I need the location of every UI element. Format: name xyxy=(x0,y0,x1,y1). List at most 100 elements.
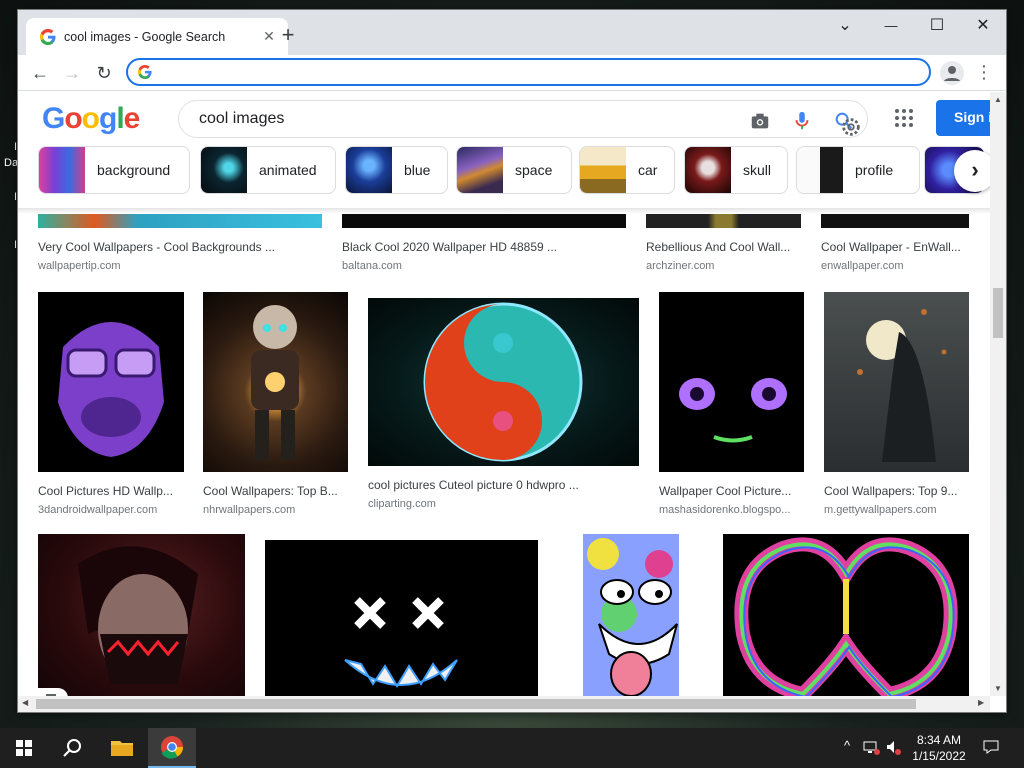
camera-search-icon[interactable] xyxy=(749,110,771,132)
chip-thumbnail xyxy=(201,147,247,193)
chip-thumbnail xyxy=(580,147,626,193)
chip-thumbnail xyxy=(797,147,843,193)
result-title[interactable]: Cool Wallpaper - EnWall... xyxy=(821,240,969,254)
result-source[interactable]: archziner.com xyxy=(646,260,801,272)
result-title[interactable]: Rebellious And Cool Wall... xyxy=(646,240,801,254)
desktop-label: I xyxy=(14,191,18,203)
tab-search-dropdown-icon[interactable]: ⌄ xyxy=(822,12,868,42)
microphone-icon[interactable] xyxy=(791,110,813,132)
minimize-button[interactable]: — xyxy=(868,12,914,42)
result-image[interactable] xyxy=(821,214,969,228)
result-image[interactable] xyxy=(38,534,245,696)
vertical-scrollbar[interactable]: ▲ ▼ xyxy=(990,92,1006,696)
volume-icon[interactable] xyxy=(884,738,902,756)
search-query[interactable]: cool images xyxy=(199,110,284,128)
result-source[interactable]: m.gettywallpapers.com xyxy=(824,504,969,516)
result-source[interactable]: 3dandroidwallpaper.com xyxy=(38,504,184,516)
result-image[interactable] xyxy=(38,292,184,472)
desktop-label: I xyxy=(14,141,18,153)
image-result[interactable]: Cool Wallpaper - EnWall... enwallpaper.c… xyxy=(821,214,969,272)
result-image[interactable] xyxy=(723,534,969,696)
result-image[interactable] xyxy=(646,214,801,228)
chip-skull[interactable]: skull xyxy=(684,146,788,194)
image-result[interactable] xyxy=(38,534,245,696)
vertical-scroll-thumb[interactable] xyxy=(993,288,1003,338)
system-clock[interactable]: 8:34 AM 1/15/2022 xyxy=(904,732,974,764)
tab-cool-images[interactable]: cool images - Google Search ✕ xyxy=(26,18,288,55)
image-result[interactable] xyxy=(723,534,969,696)
horizontal-scrollbar[interactable]: ◀ ▶ xyxy=(18,696,990,712)
maximize-button[interactable]: ☐ xyxy=(914,12,960,42)
chip-label: background xyxy=(97,162,171,178)
result-image[interactable] xyxy=(265,540,538,696)
logo-letter: o xyxy=(81,102,100,135)
image-result[interactable] xyxy=(265,540,538,696)
chip-background[interactable]: background xyxy=(38,146,190,194)
result-title[interactable]: Cool Wallpapers: Top B... xyxy=(203,484,348,498)
sign-in-button[interactable]: Sign in xyxy=(936,100,990,136)
result-title[interactable]: Very Cool Wallpapers - Cool Backgrounds … xyxy=(38,240,322,254)
chip-car[interactable]: car xyxy=(579,146,675,194)
image-result[interactable]: Cool Pictures HD Wallp... 3dandroidwallp… xyxy=(38,292,184,516)
image-result[interactable]: Wallpaper Cool Picture... mashasidorenko… xyxy=(659,292,804,516)
result-source[interactable]: mashasidorenko.blogspo... xyxy=(659,504,804,516)
result-image[interactable] xyxy=(342,214,626,228)
chips-next-arrow-icon[interactable]: › xyxy=(954,150,990,192)
new-tab-button[interactable]: + xyxy=(276,24,300,48)
taskbar-search-button[interactable] xyxy=(48,728,96,768)
search-box[interactable]: cool images xyxy=(178,100,868,138)
google-apps-icon[interactable] xyxy=(894,108,914,128)
image-result[interactable]: Very Cool Wallpapers - Cool Backgrounds … xyxy=(38,214,322,272)
image-overlay-icon[interactable] xyxy=(38,688,68,696)
image-result[interactable]: Rebellious And Cool Wall... archziner.co… xyxy=(646,214,801,272)
result-image[interactable] xyxy=(824,292,969,472)
google-logo[interactable]: Google xyxy=(42,102,140,136)
settings-gear-icon[interactable] xyxy=(840,116,862,138)
chip-animated[interactable]: animated xyxy=(200,146,336,194)
file-explorer-button[interactable] xyxy=(98,728,146,768)
scroll-up-arrow-icon[interactable]: ▲ xyxy=(994,95,1002,104)
chip-profile[interactable]: profile xyxy=(796,146,920,194)
chrome-menu-icon[interactable]: ⋮ xyxy=(974,59,994,87)
result-source[interactable]: wallpapertip.com xyxy=(38,260,322,272)
result-image[interactable] xyxy=(203,292,348,472)
result-image[interactable] xyxy=(559,534,704,696)
chip-space[interactable]: space xyxy=(456,146,572,194)
result-source[interactable]: baltana.com xyxy=(342,260,626,272)
result-source[interactable]: nhrwallpapers.com xyxy=(203,504,348,516)
scroll-left-arrow-icon[interactable]: ◀ xyxy=(22,698,28,707)
result-image[interactable] xyxy=(38,214,322,228)
glowing-eyes-art-icon xyxy=(679,378,787,443)
result-title[interactable]: Cool Pictures HD Wallp... xyxy=(38,484,184,498)
forward-button[interactable]: → xyxy=(58,59,86,87)
image-result[interactable]: cool pictures Cuteol picture 0 hdwpro ..… xyxy=(368,298,639,510)
chip-blue[interactable]: blue xyxy=(345,146,448,194)
chip-label: profile xyxy=(855,162,894,178)
image-result[interactable] xyxy=(559,534,704,696)
address-input[interactable] xyxy=(160,62,920,82)
scroll-right-arrow-icon[interactable]: ▶ xyxy=(978,698,984,707)
result-title[interactable]: Black Cool 2020 Wallpaper HD 48859 ... xyxy=(342,240,626,254)
chrome-taskbar-button[interactable] xyxy=(148,728,196,768)
result-image[interactable] xyxy=(659,292,804,472)
result-image[interactable] xyxy=(368,298,639,466)
image-result[interactable]: Black Cool 2020 Wallpaper HD 48859 ... b… xyxy=(342,214,626,272)
result-source[interactable]: cliparting.com xyxy=(368,498,639,510)
close-window-button[interactable]: ✕ xyxy=(960,12,1006,42)
network-icon[interactable] xyxy=(862,738,880,756)
start-button[interactable] xyxy=(0,728,48,768)
reload-button[interactable]: ↻ xyxy=(90,59,118,87)
result-title[interactable]: Cool Wallpapers: Top 9... xyxy=(824,484,969,498)
result-source[interactable]: enwallpaper.com xyxy=(821,260,969,272)
result-title[interactable]: Wallpaper Cool Picture... xyxy=(659,484,804,498)
notifications-icon[interactable] xyxy=(982,738,1000,756)
address-bar[interactable] xyxy=(126,58,931,86)
image-result[interactable]: Cool Wallpapers: Top B... nhrwallpapers.… xyxy=(203,292,348,516)
back-button[interactable]: ← xyxy=(26,59,54,87)
scroll-down-arrow-icon[interactable]: ▼ xyxy=(994,684,1002,693)
horizontal-scroll-thumb[interactable] xyxy=(36,699,916,709)
profile-avatar-icon[interactable] xyxy=(940,61,964,85)
image-result[interactable]: Cool Wallpapers: Top 9... m.gettywallpap… xyxy=(824,292,969,516)
result-title[interactable]: cool pictures Cuteol picture 0 hdwpro ..… xyxy=(368,478,639,492)
tray-chevron-icon[interactable]: ^ xyxy=(838,738,856,756)
